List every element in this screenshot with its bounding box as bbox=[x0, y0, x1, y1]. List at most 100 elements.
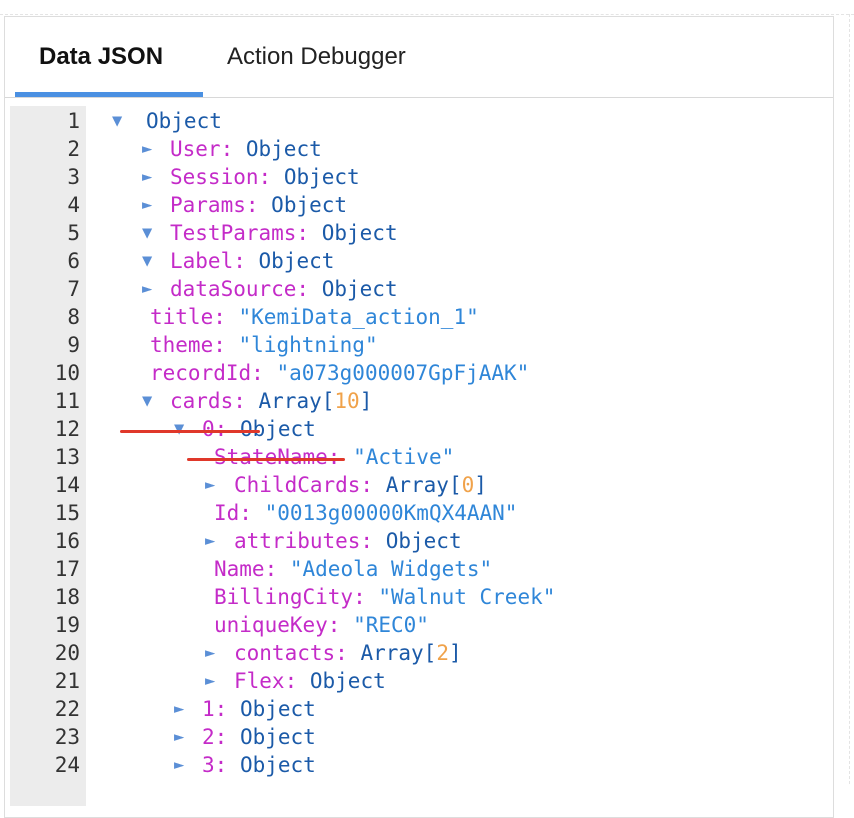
expand-triangle-icon[interactable]: ► bbox=[174, 695, 184, 723]
tree-node[interactable]: Object bbox=[146, 107, 222, 135]
array-length: 10 bbox=[334, 389, 360, 413]
value-type: Object bbox=[321, 277, 398, 301]
tree-node: theme: "lightning" bbox=[150, 331, 378, 359]
tree-node: StateName: "Active" bbox=[214, 443, 454, 471]
line-number: 14 bbox=[54, 473, 80, 497]
tree-node: title: "KemiData_action_1" bbox=[150, 303, 479, 331]
tree-node[interactable]: User: Object bbox=[170, 135, 322, 163]
expand-triangle-icon[interactable]: ► bbox=[142, 191, 152, 219]
tree-node: uniqueKey: "REC0" bbox=[214, 611, 429, 639]
property-key: 2: bbox=[202, 725, 228, 749]
collapse-triangle-icon[interactable]: ▼ bbox=[142, 387, 152, 415]
collapse-triangle-icon[interactable]: ▼ bbox=[142, 247, 152, 275]
expand-triangle-icon[interactable]: ► bbox=[142, 163, 152, 191]
expand-triangle-icon[interactable]: ► bbox=[174, 751, 184, 779]
line-number: 8 bbox=[67, 305, 80, 329]
value-type: Object bbox=[245, 137, 322, 161]
collapse-triangle-icon[interactable]: ▼ bbox=[142, 219, 152, 247]
expand-triangle-icon[interactable]: ► bbox=[174, 723, 184, 751]
line-number: 9 bbox=[67, 333, 80, 357]
tree-node[interactable]: 2: Object bbox=[202, 723, 316, 751]
value-type: Object bbox=[283, 165, 360, 189]
expand-triangle-icon[interactable]: ► bbox=[142, 135, 152, 163]
tree-node[interactable]: TestParams: Object bbox=[170, 219, 398, 247]
tab-bar: Data JSON Action Debugger bbox=[5, 17, 833, 98]
value-type: Object bbox=[146, 109, 222, 133]
tree-node[interactable]: dataSource: Object bbox=[170, 275, 398, 303]
value-type: Array bbox=[258, 389, 322, 413]
line-number: 4 bbox=[67, 193, 80, 217]
line-number: 11 bbox=[54, 389, 80, 413]
property-key: Name: bbox=[214, 557, 278, 581]
line-number: 12 bbox=[54, 417, 80, 441]
tree-node[interactable]: attributes: Object bbox=[234, 527, 462, 555]
property-key: recordId: bbox=[150, 361, 264, 385]
active-tab-indicator bbox=[15, 92, 203, 97]
property-key: 0: bbox=[202, 417, 228, 441]
string-value: "REC0" bbox=[353, 613, 429, 637]
array-length: 2 bbox=[436, 641, 449, 665]
expand-triangle-icon[interactable]: ► bbox=[142, 275, 152, 303]
line-number: 22 bbox=[54, 697, 80, 721]
string-value: "Active" bbox=[353, 445, 455, 469]
tree-node: BillingCity: "Walnut Creek" bbox=[214, 583, 555, 611]
property-key: 1: bbox=[202, 697, 228, 721]
tree-node[interactable]: Session: Object bbox=[170, 163, 360, 191]
line-number: 19 bbox=[54, 613, 80, 637]
string-value: "lightning" bbox=[238, 333, 378, 357]
value-type: Object bbox=[239, 697, 316, 721]
line-number: 5 bbox=[67, 221, 80, 245]
tab-data-json[interactable]: Data JSON bbox=[39, 43, 163, 71]
annotation-underline-item-0 bbox=[187, 458, 345, 461]
value-type: Object bbox=[271, 193, 348, 217]
expand-triangle-icon[interactable]: ► bbox=[205, 471, 215, 499]
json-inspector-panel: Data JSON Action Debugger bbox=[4, 16, 834, 818]
property-key: dataSource: bbox=[170, 277, 310, 301]
array-bracket-close: ] bbox=[359, 389, 373, 413]
line-number: 24 bbox=[54, 753, 80, 777]
collapse-triangle-icon[interactable]: ▼ bbox=[174, 415, 184, 443]
array-bracket-close: ] bbox=[448, 641, 462, 665]
page-top-border bbox=[0, 14, 854, 15]
annotation-underline-cards bbox=[120, 430, 260, 433]
collapse-triangle-icon[interactable]: ▼ bbox=[112, 107, 122, 135]
property-key: User: bbox=[170, 137, 234, 161]
property-key: theme: bbox=[150, 333, 226, 357]
tree-node[interactable]: Params: Object bbox=[170, 191, 347, 219]
property-key: ChildCards: bbox=[234, 473, 374, 497]
expand-triangle-icon[interactable]: ► bbox=[205, 527, 215, 555]
expand-triangle-icon[interactable]: ► bbox=[205, 639, 215, 667]
string-value: "0013g00000KmQX4AAN" bbox=[264, 501, 518, 525]
array-length: 0 bbox=[461, 473, 475, 497]
array-bracket-open: [ bbox=[448, 473, 462, 497]
expand-triangle-icon[interactable]: ► bbox=[205, 667, 215, 695]
array-bracket-close: ] bbox=[474, 473, 487, 497]
tree-node[interactable]: Label: Object bbox=[170, 247, 334, 275]
tree-node[interactable]: ChildCards: Array[0] bbox=[234, 471, 487, 499]
tree-node[interactable]: 3: Object bbox=[202, 751, 316, 779]
property-key: attributes: bbox=[234, 529, 374, 553]
property-key: uniqueKey: bbox=[214, 613, 341, 637]
value-type: Array bbox=[385, 473, 449, 497]
tree-node: recordId: "a073g000007GpFjAAK" bbox=[150, 359, 529, 387]
line-number: 2 bbox=[67, 137, 80, 161]
tree-node[interactable]: 0: Object bbox=[202, 415, 316, 443]
string-value: "KemiData_action_1" bbox=[238, 305, 479, 329]
line-number: 1 bbox=[67, 109, 80, 133]
tab-action-debugger[interactable]: Action Debugger bbox=[227, 43, 406, 71]
tree-node[interactable]: contacts: Array[2] bbox=[234, 639, 462, 667]
value-type: Object bbox=[385, 529, 462, 553]
tree-node[interactable]: Flex: Object bbox=[234, 667, 386, 695]
line-number: 13 bbox=[54, 445, 80, 469]
tree-node[interactable]: 1: Object bbox=[202, 695, 316, 723]
tree-node[interactable]: cards: Array[10] bbox=[170, 387, 372, 415]
property-key: BillingCity: bbox=[214, 585, 366, 609]
value-type: Object bbox=[239, 725, 316, 749]
property-key: StateName: bbox=[214, 445, 341, 469]
line-number: 3 bbox=[67, 165, 80, 189]
value-type: Object bbox=[321, 221, 398, 245]
tree-node: Id: "0013g00000KmQX4AAN" bbox=[214, 499, 517, 527]
property-key: Session: bbox=[170, 165, 272, 189]
line-number: 10 bbox=[54, 361, 80, 385]
property-key: cards: bbox=[170, 389, 246, 413]
